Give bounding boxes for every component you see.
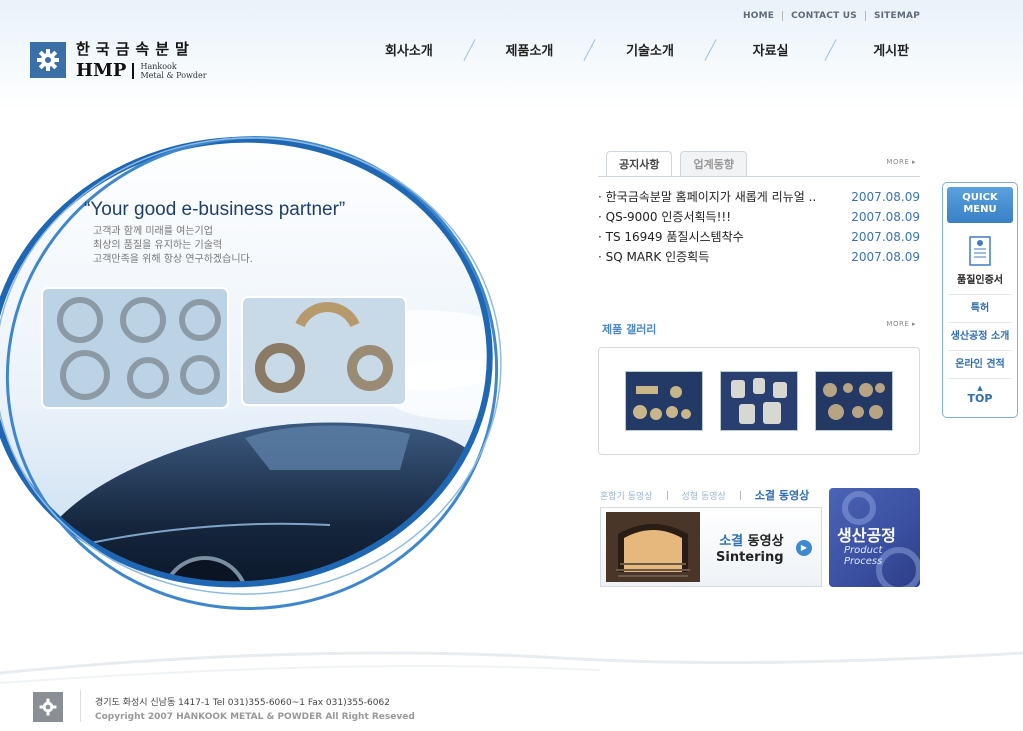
nav-divider xyxy=(568,38,611,60)
quick-item-certificate[interactable]: 품질인증서 xyxy=(948,267,1012,295)
logo-korean: 한국금속분말 xyxy=(76,40,195,58)
product-process-banner[interactable]: 생산공정 Product Process xyxy=(829,488,920,587)
certificate-icon xyxy=(968,235,992,267)
gallery-thumbnail[interactable] xyxy=(720,371,798,431)
gallery-thumbnail[interactable] xyxy=(625,371,703,431)
logo-text: 한국금속분말 HMP Hankook Metal & Powder xyxy=(76,38,207,81)
nav-divider xyxy=(689,38,732,60)
notice-title[interactable]: · QS-9000 인증서획득!!! xyxy=(598,207,836,227)
notice-row[interactable]: · SQ MARK 인증획득 2007.08.09 xyxy=(598,247,920,267)
footer-gear-icon xyxy=(33,692,63,722)
hero-line: 최상의 품질을 유지하는 기술력 xyxy=(93,238,222,251)
video-tab-mixer[interactable]: 혼합기 동영상 xyxy=(600,489,653,502)
video-tab-forming[interactable]: 성형 동영상 xyxy=(682,489,726,502)
notice-date: 2007.08.09 xyxy=(851,250,920,264)
divider xyxy=(864,11,866,21)
divider xyxy=(739,490,741,500)
utility-links: HOME CONTACT US SITEMAP xyxy=(743,11,920,21)
notice-date: 2007.08.09 xyxy=(851,190,920,204)
arrow-up-icon: ▲ xyxy=(977,384,983,392)
hero-line: 고객만족을 위해 항상 연구하겠습니다. xyxy=(93,252,253,265)
footer-divider xyxy=(80,690,81,722)
product-gallery: 제품 갤러리 MORE ▸ xyxy=(598,318,920,455)
nav-technology[interactable]: 기술소개 xyxy=(611,40,689,59)
video-box[interactable]: 소결 동영상 Sintering ▶ xyxy=(600,507,822,587)
notice-date: 2007.08.09 xyxy=(851,210,920,224)
play-icon[interactable]: ▶ xyxy=(796,540,812,556)
gear-icon xyxy=(30,41,66,78)
notice-board: 공지사항 업계동향 MORE ▸ · 한국금속분말 홈페이지가 새롭게 리뉴얼 … xyxy=(598,151,920,267)
contact-us-link[interactable]: CONTACT US xyxy=(791,11,857,21)
quick-menu: QUICK MENU 품질인증서 특허 생산공정 소개 온라인 견적 ▲ TOP xyxy=(942,182,1018,418)
notice-row[interactable]: · TS 16949 품질시스템착수 2007.08.09 xyxy=(598,227,920,247)
divider xyxy=(782,11,784,21)
board-more-link[interactable]: MORE ▸ xyxy=(886,158,916,166)
top-button[interactable]: ▲ TOP xyxy=(943,384,1017,406)
gallery-more-link[interactable]: MORE ▸ xyxy=(886,320,916,328)
sitemap-link[interactable]: SITEMAP xyxy=(874,11,920,21)
process-title: 생산공정 xyxy=(837,526,896,545)
video-thumbnail[interactable] xyxy=(606,512,700,582)
quick-menu-header: QUICK MENU xyxy=(947,187,1013,223)
notice-row[interactable]: · QS-9000 인증서획득!!! 2007.08.09 xyxy=(598,207,920,227)
footer-info: 경기도 화성시 신남동 1417-1 Tel 031)355-6060~1 Fa… xyxy=(95,696,415,724)
board-tabs: 공지사항 업계동향 MORE ▸ xyxy=(598,151,920,177)
notice-row[interactable]: · 한국금속분말 홈페이지가 새롭게 리뉴얼 .. 2007.08.09 xyxy=(598,187,920,207)
logo-divider xyxy=(132,62,135,79)
divider xyxy=(666,490,668,500)
nav-library[interactable]: 자료실 xyxy=(732,40,810,59)
main-nav: 회사소개 제품소개 기술소개 자료실 게시판 xyxy=(370,38,930,60)
notice-title[interactable]: · 한국금속분말 홈페이지가 새롭게 리뉴얼 .. xyxy=(598,187,836,207)
tab-notice[interactable]: 공지사항 xyxy=(606,151,673,176)
footer-copyright: Copyright 2007 HANKOOK METAL & POWDER Al… xyxy=(95,712,415,722)
logo-abbr: HMP xyxy=(76,60,127,81)
hero-line: 고객과 함께 미래를 여는기업 xyxy=(93,224,213,237)
nav-divider xyxy=(448,38,491,60)
gallery-thumbnail[interactable] xyxy=(815,371,893,431)
process-subtitle: Product Process xyxy=(844,545,883,567)
video-section: 혼합기 동영상 성형 동영상 소결 동영상 소결 동영상 Sintering ▶ xyxy=(600,488,822,587)
footer-wave xyxy=(0,651,1023,684)
quick-item-process[interactable]: 생산공정 소개 xyxy=(948,323,1012,351)
video-label-english: Sintering xyxy=(716,549,784,565)
footer-address: 경기도 화성시 신남동 1417-1 Tel 031)355-6060~1 Fa… xyxy=(95,698,390,708)
video-tab-sintering[interactable]: 소결 동영상 xyxy=(755,487,809,503)
nav-board[interactable]: 게시판 xyxy=(852,40,930,59)
notice-date: 2007.08.09 xyxy=(851,230,920,244)
hero-visual: “Your good e-business partner” 고객과 함께 미래… xyxy=(0,130,510,610)
quick-item-estimate[interactable]: 온라인 견적 xyxy=(948,351,1012,379)
notice-title[interactable]: · TS 16949 품질시스템착수 xyxy=(598,227,836,247)
home-link[interactable]: HOME xyxy=(743,11,774,21)
logo[interactable]: 한국금속분말 HMP Hankook Metal & Powder xyxy=(30,38,207,81)
hero-slogan: “Your good e-business partner” xyxy=(84,199,345,220)
gallery-title: 제품 갤러리 xyxy=(602,323,657,336)
tab-industry-news[interactable]: 업계동향 xyxy=(680,151,747,176)
logo-english: Hankook Metal & Powder xyxy=(140,61,207,80)
nav-divider xyxy=(809,38,852,60)
nav-products[interactable]: 제품소개 xyxy=(491,40,569,59)
gallery-box xyxy=(598,347,920,455)
notice-list: · 한국금속분말 홈페이지가 새롭게 리뉴얼 .. 2007.08.09 · Q… xyxy=(598,187,920,267)
video-tabs: 혼합기 동영상 성형 동영상 소결 동영상 xyxy=(600,488,822,502)
video-label: 소결 동영상 Sintering xyxy=(716,533,784,565)
nav-company[interactable]: 회사소개 xyxy=(370,40,448,59)
notice-title[interactable]: · SQ MARK 인증획득 xyxy=(598,247,836,267)
quick-item-patent[interactable]: 특허 xyxy=(948,295,1012,323)
